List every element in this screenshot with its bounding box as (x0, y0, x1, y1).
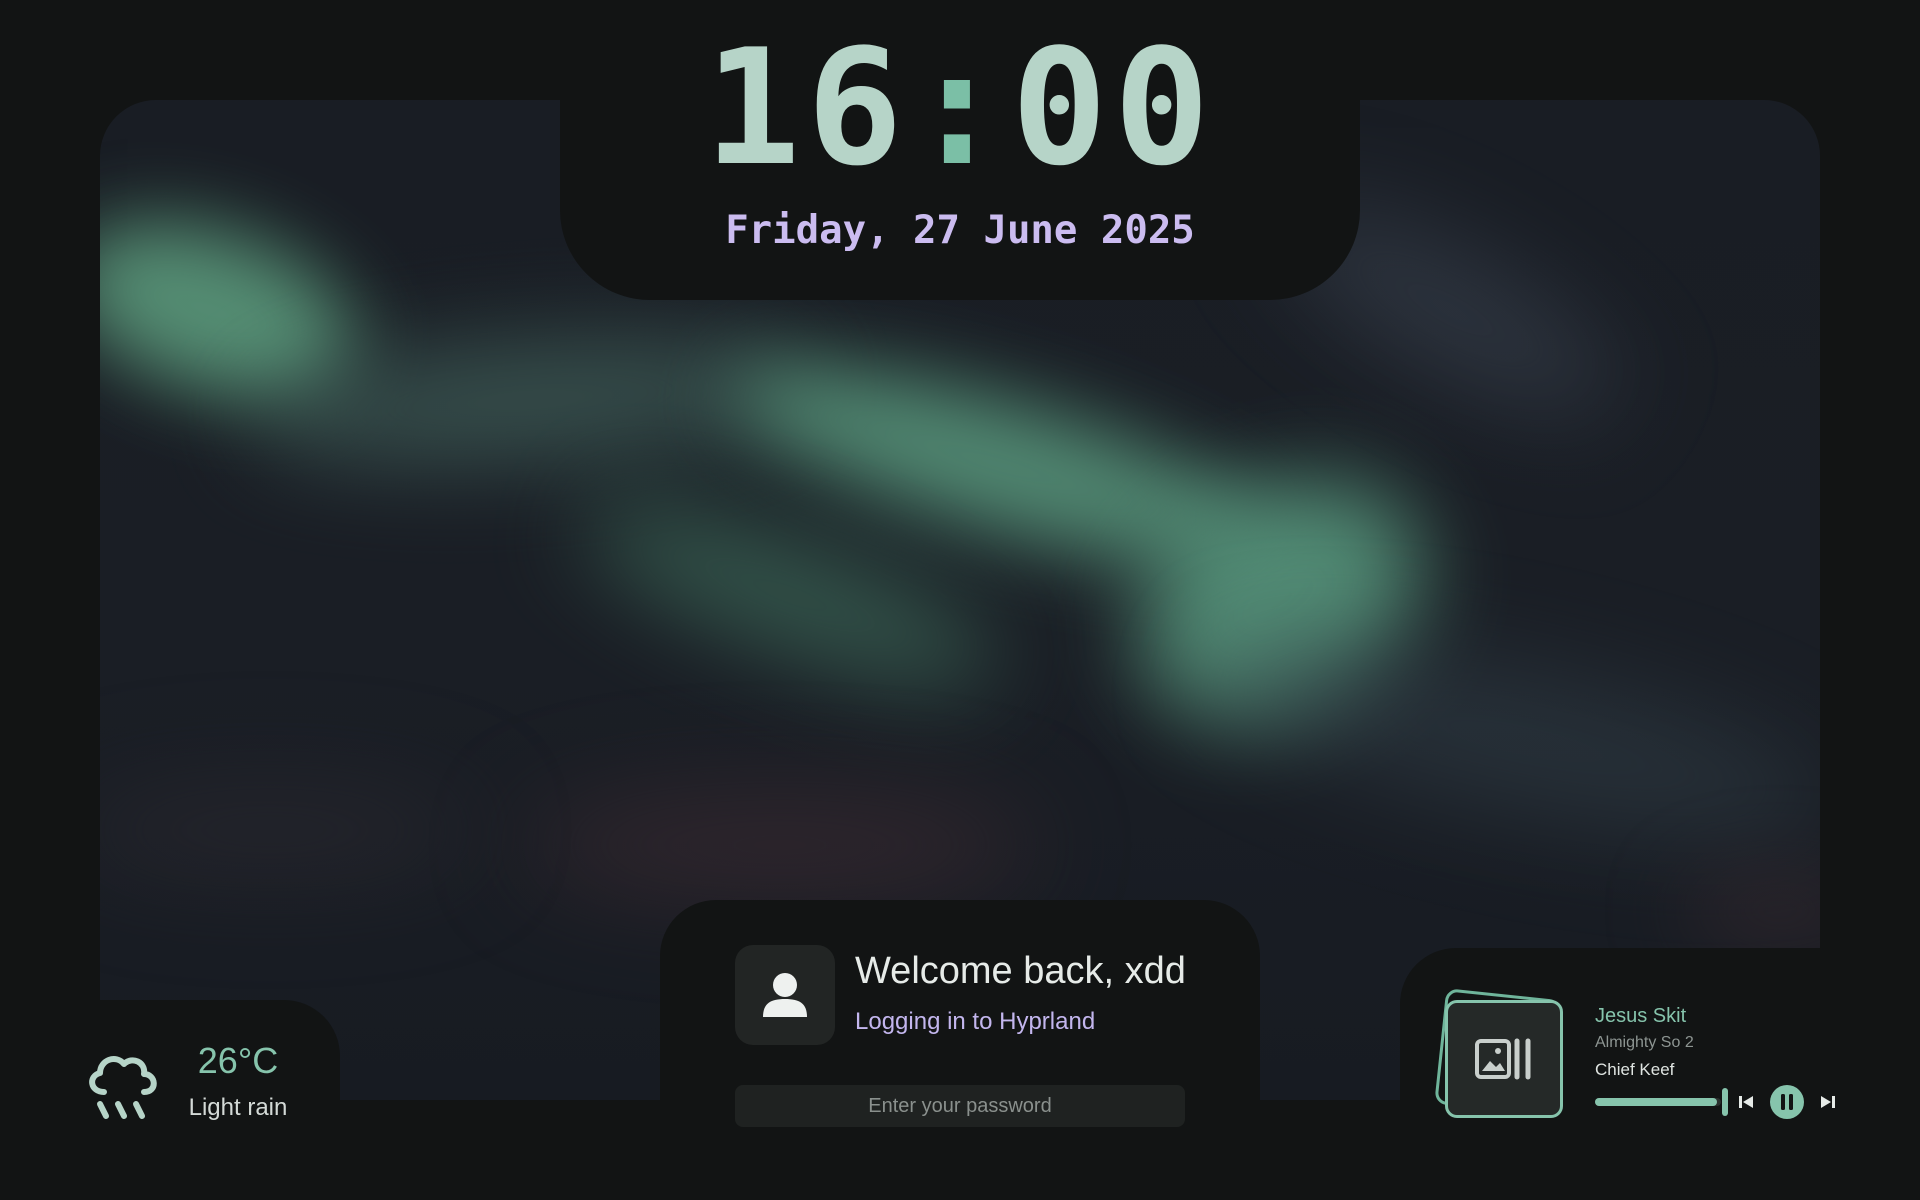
progress-handle[interactable] (1722, 1088, 1728, 1116)
weather-condition: Light rain (188, 1094, 288, 1121)
date-label: Friday, 27 June 2025 (725, 208, 1195, 253)
track-album: Almighty So 2 (1595, 1034, 1694, 1051)
track-artist: Chief Keef (1595, 1060, 1675, 1079)
skip-next-icon[interactable] (1818, 1092, 1838, 1112)
clock-minutes: 00 (1011, 14, 1216, 201)
album-art-placeholder-icon (1475, 1038, 1531, 1080)
weather-temperature: 26°C (197, 1040, 279, 1081)
user-icon (763, 973, 807, 1017)
pause-icon (1781, 1094, 1793, 1110)
password-input[interactable] (735, 1085, 1185, 1127)
progress-fill (1595, 1098, 1718, 1106)
skip-previous-icon[interactable] (1736, 1092, 1756, 1112)
rain-cloud-icon (89, 1056, 157, 1119)
session-subtitle: Logging in to Hyprland (855, 1008, 1096, 1035)
clock-time: 16:00 (560, 28, 1360, 188)
clock-hours: 16 (704, 14, 909, 201)
clock-separator: : (908, 14, 1012, 201)
track-title: Jesus Skit (1595, 1005, 1687, 1027)
avatar (735, 945, 835, 1045)
album-art (1445, 1000, 1563, 1118)
welcome-message: Welcome back, xdd (855, 950, 1186, 992)
play-pause-button[interactable] (1770, 1085, 1804, 1119)
progress-bar[interactable] (1595, 1098, 1721, 1106)
